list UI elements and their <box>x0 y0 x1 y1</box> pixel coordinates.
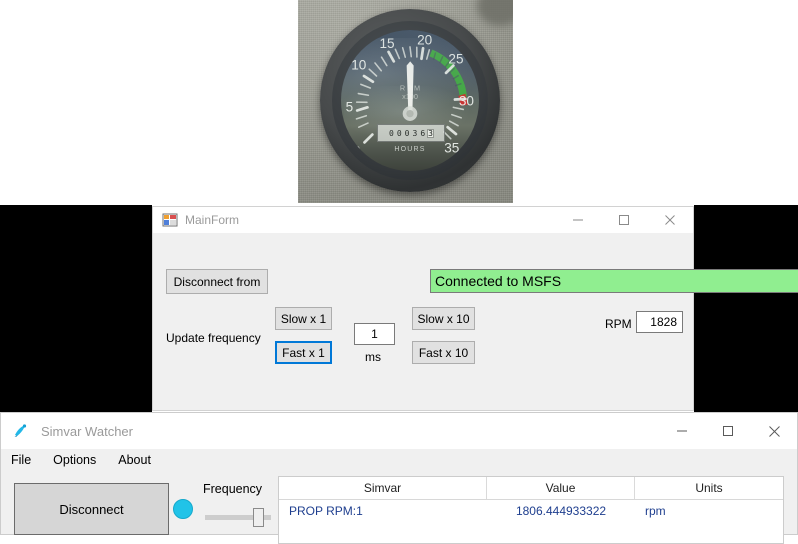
connection-status-led <box>173 499 193 519</box>
svg-text:25: 25 <box>448 51 463 66</box>
hourmeter-digit: 0 <box>404 129 411 138</box>
minimize-icon[interactable] <box>659 413 705 449</box>
update-frequency-label: Update frequency <box>166 331 261 345</box>
menu-item-options[interactable]: Options <box>51 451 106 469</box>
app-form-icon <box>162 212 178 228</box>
aircraft-tachometer-photo: 0 5 10 15 20 25 30 35 R P M x100 <box>298 0 513 203</box>
simvar-caption-buttons[interactable] <box>659 413 797 449</box>
maximize-icon[interactable] <box>601 207 647 233</box>
simvar-grid[interactable]: Simvar Value Units PROP RPM:1 1806.44493… <box>278 476 784 544</box>
gauge-bezel: 0 5 10 15 20 25 30 35 R P M x100 <box>320 9 500 192</box>
disconnect-from-button[interactable]: Disconnect from <box>166 269 268 294</box>
disconnect-button[interactable]: Disconnect <box>14 483 169 535</box>
hourmeter-digit: 6 <box>419 129 426 138</box>
close-icon[interactable] <box>751 413 797 449</box>
gauge-dial-face: 0 5 10 15 20 25 30 35 R P M x100 <box>341 30 479 171</box>
cell-value: 1806.444933322 <box>487 500 635 522</box>
connection-status-box: Connected to MSFS <box>430 269 798 293</box>
interval-input[interactable]: 1 <box>354 323 395 345</box>
hourmeter-digit-highlight: 3 <box>427 129 434 138</box>
hourmeter-digit: 3 <box>411 129 418 138</box>
close-icon[interactable] <box>647 207 693 233</box>
mainform-titlebar[interactable]: MainForm <box>153 207 693 233</box>
column-header-simvar[interactable]: Simvar <box>279 477 487 499</box>
svg-text:15: 15 <box>379 36 394 51</box>
maximize-icon[interactable] <box>705 413 751 449</box>
black-backdrop-left <box>0 205 152 412</box>
black-backdrop-right <box>694 205 798 412</box>
svg-text:30: 30 <box>459 93 475 108</box>
mainform-caption-buttons[interactable] <box>555 207 693 233</box>
slow-x10-button[interactable]: Slow x 10 <box>412 307 475 330</box>
column-header-units[interactable]: Units <box>635 477 783 499</box>
slow-x1-button[interactable]: Slow x 1 <box>275 307 332 330</box>
frequency-label: Frequency <box>203 482 262 496</box>
frequency-slider[interactable] <box>205 507 271 527</box>
svg-text:5: 5 <box>346 100 354 115</box>
plug-connector-icon <box>12 422 30 440</box>
hours-label: HOURS <box>341 146 479 153</box>
cell-units: rpm <box>635 500 783 522</box>
fast-x10-button[interactable]: Fast x 10 <box>412 341 475 364</box>
gauge-bezel-inner: 0 5 10 15 20 25 30 35 R P M x100 <box>332 21 488 180</box>
simvar-watcher-window[interactable]: Simvar Watcher File Options About Discon… <box>0 412 798 535</box>
mainform-title: MainForm <box>185 213 239 227</box>
simvar-client-area: Disconnect Frequency Simvar Value Units … <box>1 471 797 534</box>
svg-text:20: 20 <box>417 33 433 48</box>
mainform-window[interactable]: MainForm Disconnect from Connected to MS… <box>152 206 694 411</box>
grid-header-row: Simvar Value Units <box>279 477 783 500</box>
slider-thumb[interactable] <box>253 508 264 527</box>
svg-text:10: 10 <box>351 58 367 73</box>
mainform-client-area: Disconnect from Connected to MSFS Update… <box>153 233 693 410</box>
menu-item-about[interactable]: About <box>116 451 161 469</box>
simvar-title: Simvar Watcher <box>41 424 133 439</box>
table-row[interactable]: PROP RPM:1 1806.444933322 rpm <box>279 500 783 522</box>
minimize-icon[interactable] <box>555 207 601 233</box>
hour-meter-readout: 0 0 0 3 6 3 <box>377 124 445 142</box>
cell-simvar: PROP RPM:1 <box>279 500 487 522</box>
column-header-value[interactable]: Value <box>487 477 635 499</box>
simvar-titlebar[interactable]: Simvar Watcher <box>1 413 797 449</box>
simvar-menubar[interactable]: File Options About <box>1 449 797 471</box>
desktop-background: 0 5 10 15 20 25 30 35 R P M x100 <box>0 0 798 535</box>
hourmeter-digit: 0 <box>388 129 395 138</box>
rpm-label: RPM <box>605 317 632 331</box>
rpm-value-field[interactable]: 1828 <box>636 311 683 333</box>
interval-units-label: ms <box>365 350 381 364</box>
fast-x1-button[interactable]: Fast x 1 <box>275 341 332 364</box>
hourmeter-digit: 0 <box>396 129 403 138</box>
menu-item-file[interactable]: File <box>9 451 41 469</box>
